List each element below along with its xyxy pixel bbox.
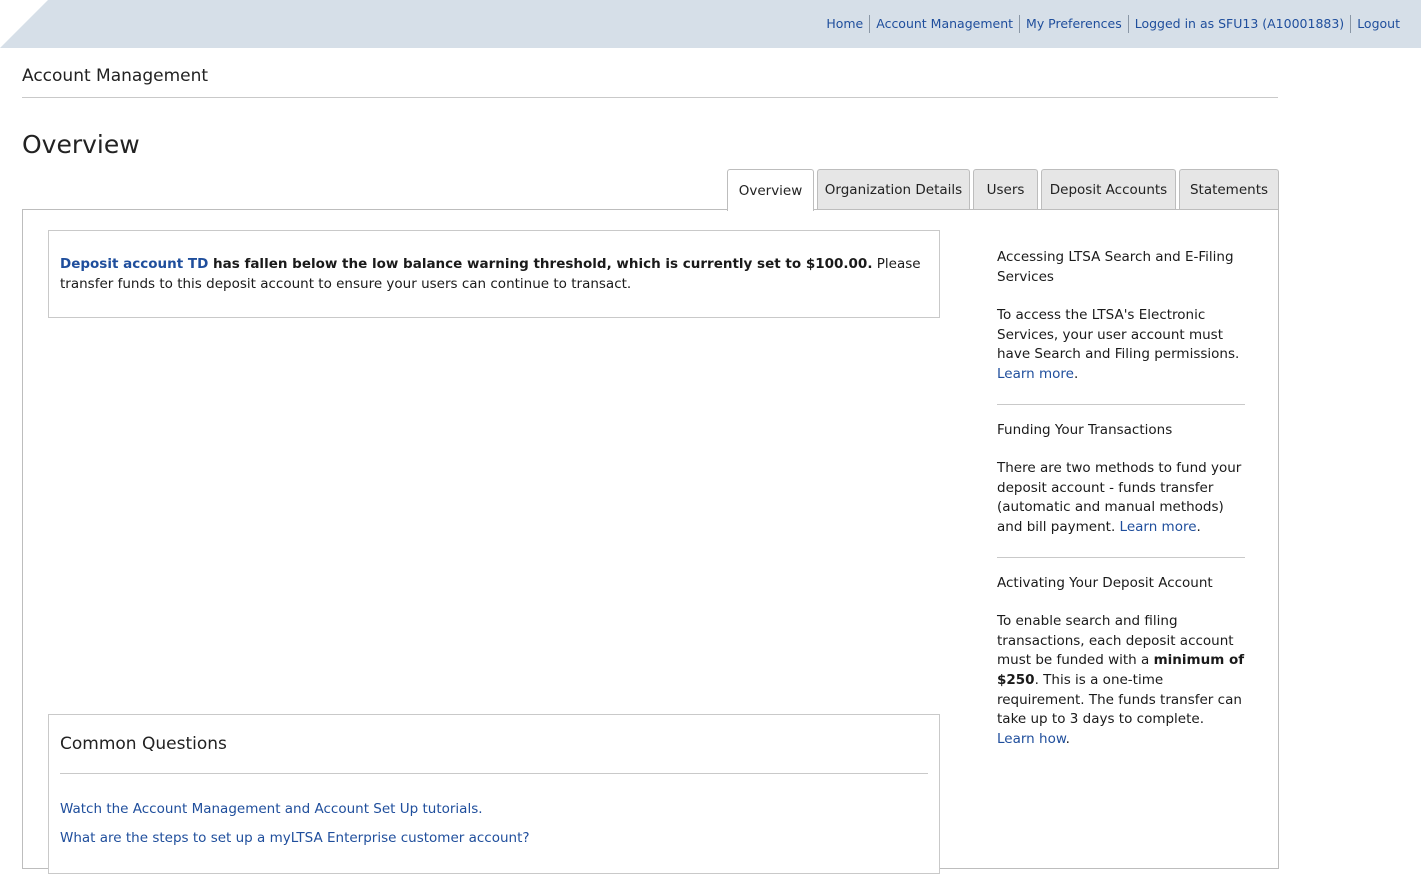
section-title: Account Management bbox=[22, 66, 209, 86]
tab-organization-details[interactable]: Organization Details bbox=[817, 169, 970, 210]
common-questions-divider bbox=[60, 773, 928, 774]
section-divider bbox=[22, 97, 1278, 98]
common-questions-box: Common Questions Watch the Account Manag… bbox=[48, 714, 940, 874]
sidebar-text-access: To access the LTSA's Electronic Services… bbox=[997, 306, 1245, 384]
sidebar-block-funding: Funding Your Transactions There are two … bbox=[997, 421, 1245, 538]
learn-more-funding-link[interactable]: Learn more bbox=[1120, 519, 1197, 535]
alert-bold-text: has fallen below the low balance warning… bbox=[208, 256, 873, 272]
sidebar-heading-activating: Activating Your Deposit Account bbox=[997, 574, 1213, 591]
sidebar-access-body: To access the LTSA's Electronic Services… bbox=[997, 307, 1240, 363]
tab-statements[interactable]: Statements bbox=[1179, 169, 1279, 210]
sidebar-divider bbox=[997, 556, 1245, 558]
sidebar-text-activating: To enable search and filing transactions… bbox=[997, 612, 1245, 749]
nav-logged-in-link[interactable]: Logged in as SFU13 (A10001883) bbox=[1127, 15, 1350, 33]
sidebar-text-funding: There are two methods to fund your depos… bbox=[997, 459, 1245, 537]
sidebar-divider bbox=[997, 403, 1245, 405]
tab-overview[interactable]: Overview bbox=[727, 169, 814, 211]
sidebar-heading-access: Accessing LTSA Search and E-Filing Servi… bbox=[997, 249, 1234, 285]
tutorials-link[interactable]: Watch the Account Management and Account… bbox=[60, 801, 483, 817]
learn-more-access-link[interactable]: Learn more bbox=[997, 366, 1074, 382]
common-questions-title: Common Questions bbox=[60, 734, 227, 754]
tab-deposit-accounts[interactable]: Deposit Accounts bbox=[1041, 169, 1176, 210]
sidebar-activating-body-2: . This is a one-time requirement. The fu… bbox=[997, 671, 1242, 728]
top-nav: Home Account Management My Preferences L… bbox=[820, 15, 1406, 33]
page-title: Overview bbox=[22, 130, 140, 159]
sidebar-heading-funding: Funding Your Transactions bbox=[997, 421, 1173, 438]
nav-preferences-link[interactable]: My Preferences bbox=[1019, 15, 1128, 33]
sidebar-block-access: Accessing LTSA Search and E-Filing Servi… bbox=[997, 248, 1245, 385]
sidebar-access-end: . bbox=[1074, 365, 1079, 382]
sidebar-funding-end: . bbox=[1196, 518, 1201, 535]
info-sidebar: Accessing LTSA Search and E-Filing Servi… bbox=[997, 248, 1245, 749]
deposit-account-link[interactable]: Deposit account TD bbox=[60, 256, 208, 272]
sidebar-block-activating: Activating Your Deposit Account To enabl… bbox=[997, 574, 1245, 750]
nav-account-management-link[interactable]: Account Management bbox=[869, 15, 1019, 33]
low-balance-alert: Deposit account TD has fallen below the … bbox=[48, 230, 940, 318]
setup-steps-link[interactable]: What are the steps to set up a myLTSA En… bbox=[60, 830, 530, 846]
tab-users[interactable]: Users bbox=[973, 169, 1038, 210]
nav-home-link[interactable]: Home bbox=[820, 15, 869, 33]
sidebar-activating-end: . bbox=[1065, 730, 1070, 747]
learn-how-link[interactable]: Learn how bbox=[997, 731, 1066, 747]
nav-logout-link[interactable]: Logout bbox=[1350, 15, 1406, 33]
